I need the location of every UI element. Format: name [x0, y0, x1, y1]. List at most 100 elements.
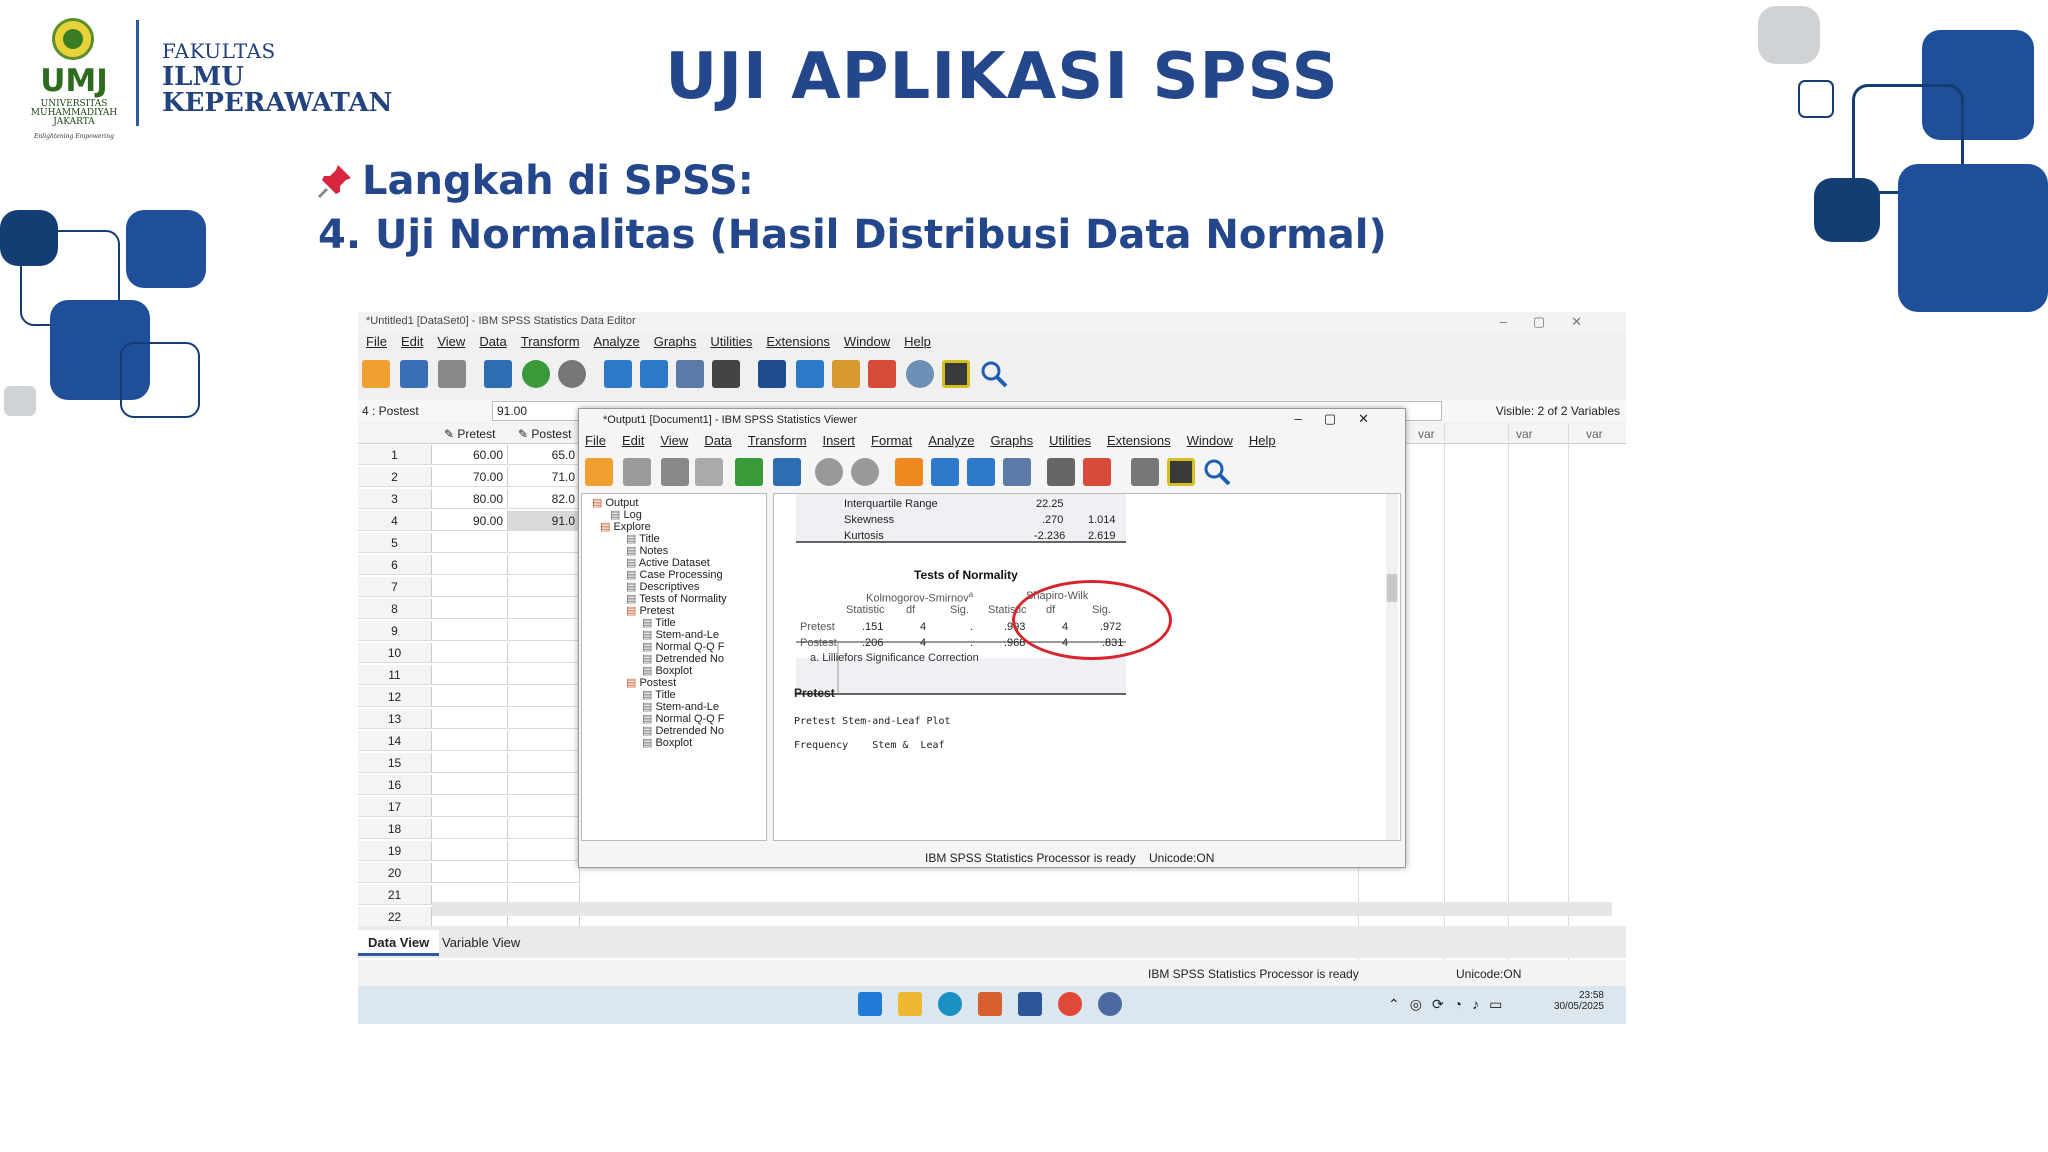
show-hide-icon[interactable]	[1047, 458, 1075, 486]
row-number[interactable]: 9	[358, 621, 432, 641]
column-header-postest[interactable]: ✎ Postest	[518, 427, 571, 441]
cell-pretest[interactable]	[432, 577, 508, 597]
viewer-menu-edit[interactable]: Edit	[622, 433, 644, 448]
tab-data-view[interactable]: Data View	[358, 930, 440, 956]
snipping-tool-icon[interactable]	[978, 992, 1002, 1016]
viewer-menu-graphs[interactable]: Graphs	[990, 433, 1033, 448]
row-number[interactable]: 8	[358, 599, 432, 619]
goto-case-icon[interactable]	[604, 360, 632, 388]
word-icon[interactable]	[1018, 992, 1042, 1016]
goto-variable-icon[interactable]	[967, 458, 995, 486]
variables-icon[interactable]	[1003, 458, 1031, 486]
horizontal-scrollbar[interactable]	[432, 902, 1612, 916]
cell-pretest[interactable]	[432, 643, 508, 663]
demote-icon[interactable]	[1131, 458, 1159, 486]
outline-item[interactable]: ▤ Boxplot	[642, 736, 692, 749]
row-number[interactable]: 2	[358, 467, 432, 487]
de-menu-utilities[interactable]: Utilities	[710, 334, 752, 349]
cell-postest[interactable]	[508, 775, 580, 795]
column-header-var[interactable]: var	[1418, 427, 1435, 441]
cell-postest[interactable]	[508, 599, 580, 619]
viewer-menu-help[interactable]: Help	[1249, 433, 1276, 448]
row-number[interactable]: 1	[358, 445, 432, 465]
column-header-var[interactable]: var	[1516, 427, 1533, 441]
find-icon[interactable]	[758, 360, 786, 388]
edge-icon[interactable]	[938, 992, 962, 1016]
goto-data-icon[interactable]	[895, 458, 923, 486]
cell-pretest[interactable]	[432, 665, 508, 685]
row-number[interactable]: 4	[358, 511, 432, 531]
cell-pretest[interactable]	[432, 841, 508, 861]
row-number[interactable]: 16	[358, 775, 432, 795]
cell-pretest[interactable]	[432, 687, 508, 707]
output-outline-tree[interactable]: ▤ Output ▤ Log ▤ Explore ▤ Title ▤ Notes ▤ Ac…	[581, 493, 767, 841]
value-labels-icon[interactable]	[868, 360, 896, 388]
row-number[interactable]: 17	[358, 797, 432, 817]
cell-postest[interactable]: 71.0	[508, 467, 580, 487]
cell-postest[interactable]	[508, 819, 580, 839]
de-menu-view[interactable]: View	[437, 334, 465, 349]
cell-postest[interactable]	[508, 863, 580, 883]
row-number[interactable]: 12	[358, 687, 432, 707]
row-number[interactable]: 7	[358, 577, 432, 597]
de-menu-transform[interactable]: Transform	[521, 334, 580, 349]
row-number[interactable]: 13	[358, 709, 432, 729]
save-icon[interactable]	[623, 458, 651, 486]
cell-postest[interactable]	[508, 841, 580, 861]
viewer-menu-extensions[interactable]: Extensions	[1107, 433, 1171, 448]
column-header-pretest[interactable]: ✎ Pretest	[444, 427, 495, 441]
de-menu-edit[interactable]: Edit	[401, 334, 423, 349]
row-number[interactable]: 15	[358, 753, 432, 773]
open-icon[interactable]	[585, 458, 613, 486]
recall-dialog-icon[interactable]	[484, 360, 512, 388]
split-file-icon[interactable]	[796, 360, 824, 388]
cell-postest[interactable]: 82.0	[508, 489, 580, 509]
viewer-menu-insert[interactable]: Insert	[823, 433, 856, 448]
export-icon[interactable]	[735, 458, 763, 486]
cell-pretest[interactable]	[432, 709, 508, 729]
viewer-menu-format[interactable]: Format	[871, 433, 912, 448]
print-icon[interactable]	[661, 458, 689, 486]
variables-icon[interactable]	[676, 360, 704, 388]
cell-postest[interactable]	[508, 797, 580, 817]
run-descriptives-icon[interactable]	[712, 360, 740, 388]
file-explorer-icon[interactable]	[898, 992, 922, 1016]
column-header-var[interactable]: var	[1586, 427, 1603, 441]
cell-pretest[interactable]	[432, 533, 508, 553]
cell-pretest[interactable]: 80.00	[432, 489, 508, 509]
output-vertical-scrollbar[interactable]	[1386, 494, 1398, 840]
cell-pretest[interactable]	[432, 621, 508, 641]
cell-pretest[interactable]: 90.00	[432, 511, 508, 531]
customize-icon[interactable]	[942, 360, 970, 388]
cell-postest[interactable]	[508, 731, 580, 751]
cell-postest[interactable]	[508, 533, 580, 553]
system-tray-icons[interactable]: ⌃◎⟳◔♪▭	[1388, 996, 1512, 1013]
cell-postest[interactable]	[508, 687, 580, 707]
cell-postest[interactable]	[508, 577, 580, 597]
cell-pretest[interactable]	[432, 819, 508, 839]
cell-pretest[interactable]	[432, 863, 508, 883]
cell-pretest[interactable]	[432, 797, 508, 817]
spss-icon[interactable]	[1098, 992, 1122, 1016]
cell-postest[interactable]: 65.0	[508, 445, 580, 465]
cell-pretest[interactable]	[432, 555, 508, 575]
viewer-menu-window[interactable]: Window	[1187, 433, 1233, 448]
undo-icon[interactable]	[815, 458, 843, 486]
print-icon[interactable]	[438, 360, 466, 388]
viewer-menu-transform[interactable]: Transform	[748, 433, 807, 448]
cell-postest[interactable]	[508, 753, 580, 773]
tab-variable-view[interactable]: Variable View	[432, 930, 530, 956]
cell-postest[interactable]	[508, 621, 580, 641]
row-number[interactable]: 19	[358, 841, 432, 861]
de-menu-window[interactable]: Window	[844, 334, 890, 349]
search-icon[interactable]	[1203, 458, 1231, 486]
save-icon[interactable]	[400, 360, 428, 388]
de-menu-extensions[interactable]: Extensions	[766, 334, 830, 349]
promote-icon[interactable]	[1083, 458, 1111, 486]
de-menu-help[interactable]: Help	[904, 334, 931, 349]
cell-pretest[interactable]	[432, 753, 508, 773]
cell-pretest[interactable]: 70.00	[432, 467, 508, 487]
print-preview-icon[interactable]	[695, 458, 723, 486]
cell-pretest[interactable]	[432, 731, 508, 751]
redo-icon[interactable]	[851, 458, 879, 486]
